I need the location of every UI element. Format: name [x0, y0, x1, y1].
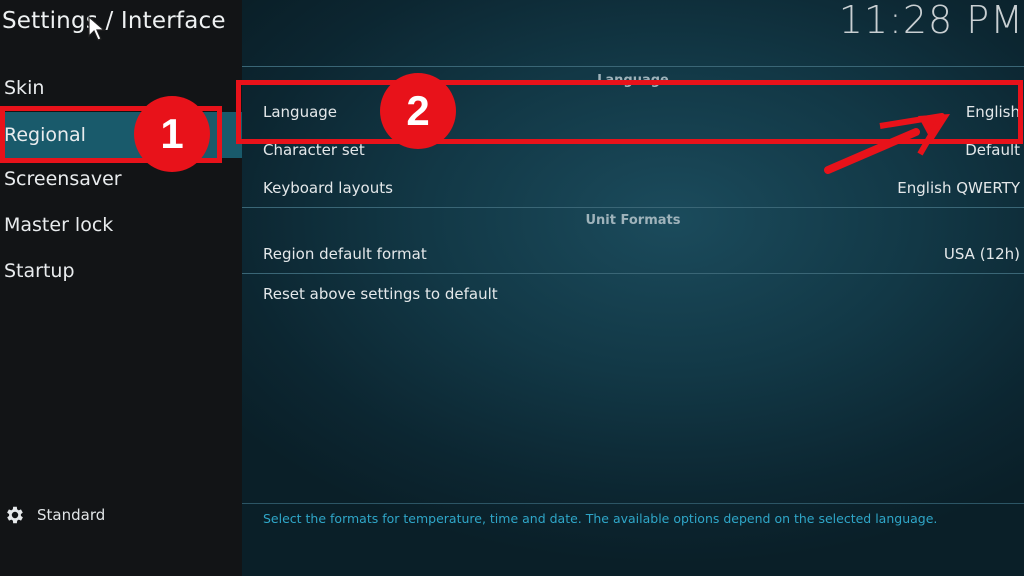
sidebar-item-label: Skin — [4, 77, 45, 99]
help-text: Select the formats for temperature, time… — [263, 511, 938, 526]
sidebar-item-screensaver[interactable]: Screensaver — [0, 158, 240, 200]
setting-value: USA (12h) — [943, 245, 1020, 263]
annotation-arrow-icon — [824, 113, 950, 174]
settings-level-button[interactable]: Standard — [4, 502, 105, 528]
divider — [242, 207, 1024, 208]
setting-label: Keyboard layouts — [263, 179, 393, 197]
mouse-cursor-icon — [88, 16, 106, 41]
settings-level-label: Standard — [37, 506, 106, 524]
reset-settings-button[interactable]: Reset above settings to default — [242, 276, 1024, 312]
setting-row-region-default-format[interactable]: Region default format USA (12h) — [242, 236, 1024, 272]
divider — [242, 503, 1024, 504]
sidebar-item-master-lock[interactable]: Master lock — [0, 204, 240, 246]
divider — [242, 273, 1024, 274]
sidebar-item-startup[interactable]: Startup — [0, 250, 240, 292]
sidebar-item-label: Startup — [4, 260, 75, 282]
annotation-badge-1: 1 — [134, 96, 210, 172]
sidebar-item-label: Master lock — [4, 214, 114, 236]
reset-label: Reset above settings to default — [263, 285, 498, 303]
divider — [242, 66, 1024, 67]
clock: 11:28 PM — [838, 0, 1024, 42]
sidebar-item-label: Screensaver — [4, 168, 122, 190]
annotation-badge-2: 2 — [380, 73, 456, 149]
sidebar: Settings / Interface Skin Regional Scree… — [0, 0, 242, 576]
group-heading-unit-formats: Unit Formats — [585, 213, 681, 228]
setting-label: Region default format — [263, 245, 427, 263]
gear-icon — [7, 506, 23, 524]
sidebar-item-skin[interactable]: Skin — [0, 67, 240, 109]
page-title: Settings / Interface — [2, 8, 226, 34]
